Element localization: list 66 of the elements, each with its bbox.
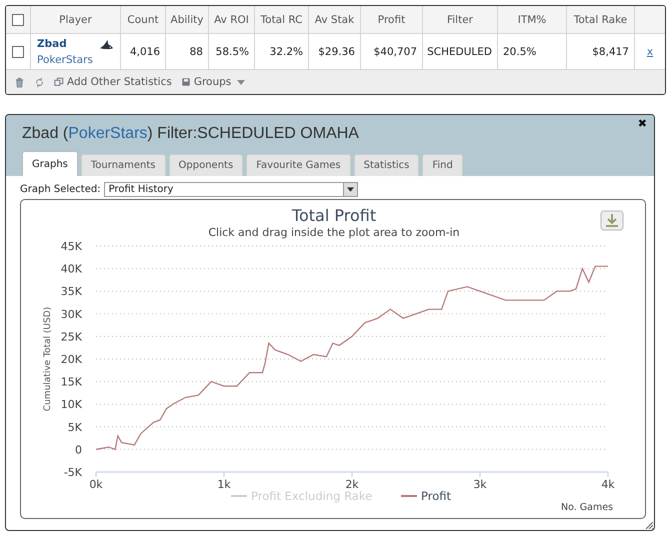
y-tick-label: 40K (60, 262, 82, 276)
tab[interactable]: Tournaments (80, 154, 166, 176)
y-tick-label: 0 (75, 443, 82, 456)
column-header[interactable]: Filter (423, 6, 498, 33)
table-cell: SCHEDULED (423, 34, 498, 69)
y-tick-label: 20K (60, 353, 82, 366)
column-header[interactable]: Ability (166, 6, 209, 33)
y-axis-label: Cumulative Total (USD) (43, 306, 53, 412)
remove-link[interactable]: x (646, 46, 654, 58)
save-icon (180, 77, 191, 87)
y-tick-label: 10K (60, 398, 82, 412)
y-tick-label: 25K (60, 330, 82, 344)
add-statistics-button[interactable]: Add Other Statistics (54, 76, 172, 88)
tab[interactable]: Opponents (168, 154, 244, 176)
graph-select-label: Graph Selected: (20, 184, 101, 195)
legend-label: Profit (421, 489, 452, 503)
x-axis-label: No. Games (560, 502, 613, 513)
resize-grip-icon[interactable] (645, 521, 653, 529)
column-header[interactable]: Total RC (255, 6, 309, 33)
column-header[interactable]: Av ROI (209, 6, 255, 33)
table-cell: $29.36 (309, 34, 361, 69)
y-tick-label: 5K (68, 420, 82, 434)
column-header[interactable]: Total Rake (567, 6, 635, 33)
groups-button[interactable]: Groups (180, 76, 246, 88)
column-header[interactable]: Av Stak (309, 6, 361, 33)
table-cell: 58.5% (209, 34, 255, 69)
table-cell: 88 (166, 34, 209, 69)
table-cell: 32.2% (255, 34, 309, 69)
graph-dropdown[interactable]: Profit History (104, 182, 358, 197)
trash-icon[interactable] (14, 76, 25, 88)
site-link[interactable]: PokerStars (37, 54, 114, 66)
shark-icon (99, 38, 114, 50)
tab[interactable]: Favourite Games (246, 154, 351, 176)
caret-icon (237, 80, 246, 84)
caret-icon (346, 187, 354, 192)
legend-item[interactable]: Profit (401, 489, 451, 503)
table-cell: $8,417 (567, 34, 635, 69)
x-tick-label: 1k (217, 478, 231, 491)
y-tick-label: 35K (60, 285, 82, 298)
copy-icon (54, 77, 64, 87)
chart-title: Total Profit (292, 206, 376, 225)
player-link[interactable]: Zbad (37, 38, 67, 50)
close-icon[interactable]: ✖ (638, 117, 647, 130)
dialog-title: Zbad (PokerStars) Filter:SCHEDULED OMAHA (22, 124, 359, 144)
table-cell: 20.5% (498, 34, 567, 69)
x-tick-label: 2k (345, 478, 359, 491)
row-checkbox[interactable] (12, 46, 24, 58)
y-tick-label: 30K (60, 308, 82, 321)
x-tick-label: 4k (601, 478, 615, 491)
chart-subtitle: Click and drag inside the plot area to zoom-in (208, 226, 460, 239)
select-all-checkbox[interactable] (12, 14, 24, 26)
y-tick-label: 45K (60, 240, 82, 253)
table-cell: $40,707 (361, 34, 423, 69)
tab[interactable]: Statistics (354, 154, 420, 176)
column-header[interactable]: Count (121, 6, 166, 33)
y-tick-label: 15K (60, 376, 82, 389)
table-cell: 4,016 (121, 34, 166, 69)
tab[interactable]: Find (422, 154, 463, 176)
tab[interactable]: Graphs (22, 151, 78, 176)
y-tick-label: -5K (64, 466, 82, 479)
column-header[interactable]: Player (31, 6, 121, 33)
column-header[interactable]: ITM% (498, 6, 567, 33)
export-button[interactable] (600, 210, 624, 230)
x-tick-label: 3k (473, 478, 487, 491)
x-tick-label: 0k (89, 478, 103, 491)
column-header[interactable]: Profit (361, 6, 423, 33)
